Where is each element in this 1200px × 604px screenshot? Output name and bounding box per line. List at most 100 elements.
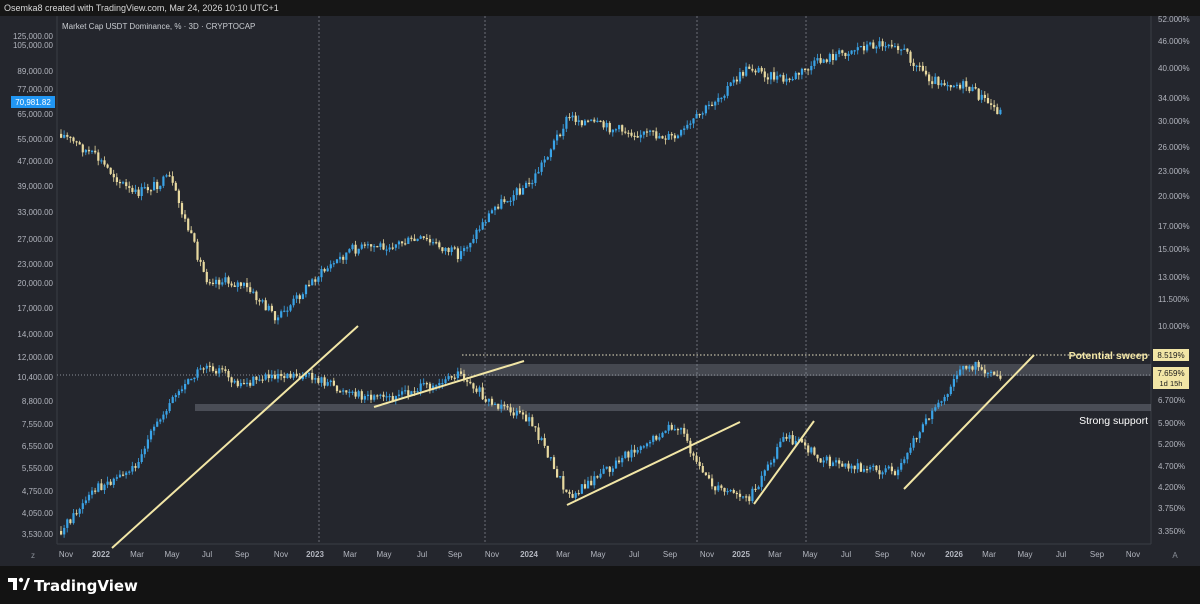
- candle-body: [580, 484, 583, 494]
- footer: TradingView: [0, 566, 1200, 604]
- candle-body: [850, 50, 853, 54]
- candle-body: [918, 432, 921, 439]
- candle-body: [608, 122, 611, 133]
- potential-sweep-label: Potential sweep: [1069, 350, 1148, 362]
- time-tick-label: May: [376, 550, 391, 559]
- right-tick-label: 34.000%: [1158, 94, 1190, 103]
- candle-body: [559, 476, 562, 478]
- candle-body: [543, 159, 546, 163]
- time-tick-label: Nov: [700, 550, 714, 559]
- candle-body: [376, 246, 379, 248]
- candle-body: [518, 410, 521, 413]
- candle-body: [819, 58, 822, 63]
- candle-body: [667, 424, 670, 431]
- candle-body: [633, 135, 636, 137]
- candle-body: [422, 236, 425, 238]
- candle-body: [128, 186, 131, 188]
- left-tick-label: 33,000.00: [17, 208, 53, 217]
- candle-body: [363, 244, 366, 246]
- candle-body: [996, 374, 999, 376]
- time-tick-label: May: [802, 550, 817, 559]
- candle-body: [661, 136, 664, 139]
- candle-body: [171, 176, 174, 183]
- tradingview-logo-icon: [8, 577, 30, 590]
- candle-body: [915, 438, 918, 440]
- candle-body: [205, 365, 208, 369]
- candle-body: [171, 397, 174, 404]
- candle-body: [587, 480, 590, 489]
- time-tick-label: Sep: [875, 550, 890, 559]
- candle-body: [308, 372, 311, 375]
- candle-body: [211, 366, 215, 371]
- candle-body: [503, 199, 506, 202]
- chart[interactable]: Potential sweep Strong support Market Ca…: [0, 16, 1200, 566]
- candle-body: [955, 375, 959, 380]
- candle-body: [897, 46, 900, 51]
- right-tick-label: 4.200%: [1158, 483, 1185, 492]
- candle-body: [332, 380, 335, 386]
- time-tick-label: 2023: [306, 550, 324, 559]
- candle-body: [745, 66, 748, 76]
- left-tick-label: 55,000.00: [17, 135, 53, 144]
- candle-body: [949, 85, 952, 88]
- candle-body: [887, 44, 890, 47]
- candle-body: [993, 104, 996, 108]
- right-tick-label: 30.000%: [1158, 117, 1190, 126]
- candle-body: [289, 373, 292, 378]
- left-current-label: 70,981.82: [15, 98, 51, 107]
- candle-body: [928, 74, 931, 82]
- candle-body: [751, 68, 754, 71]
- candle-body: [335, 259, 339, 264]
- candle-body: [87, 149, 91, 152]
- candle-body: [453, 247, 456, 249]
- candle-body: [497, 206, 500, 209]
- candle-body: [831, 462, 835, 466]
- candle-body: [645, 443, 649, 447]
- candle-body: [856, 463, 859, 470]
- candle-body: [779, 75, 782, 77]
- candle-body: [100, 160, 103, 162]
- time-tick-label: Nov: [59, 550, 73, 559]
- right-countdown-label: 1d 15h: [1160, 379, 1183, 388]
- candle-body: [131, 187, 134, 193]
- candle-body: [897, 469, 900, 476]
- candle-body: [484, 222, 487, 224]
- candle-body: [137, 462, 140, 468]
- candle-body: [326, 382, 329, 386]
- candle-body: [156, 181, 159, 190]
- time-tick-label: Mar: [556, 550, 570, 559]
- right-tick-label: 11.500%: [1158, 295, 1189, 304]
- candle-body: [934, 76, 937, 84]
- candle-body: [478, 229, 481, 231]
- time-tick-label: 2022: [92, 550, 110, 559]
- candle-body: [633, 449, 636, 453]
- candle-body: [568, 491, 571, 494]
- right-tick-label: 3.750%: [1158, 504, 1185, 513]
- time-tick-label: Nov: [1126, 550, 1140, 559]
- candle-body: [773, 72, 776, 80]
- candle-body: [983, 94, 986, 98]
- candle-body: [552, 140, 556, 150]
- candle-body: [109, 167, 112, 174]
- candle-body: [614, 460, 618, 469]
- zoom-corner-glyph[interactable]: z: [31, 551, 35, 560]
- candle-body: [115, 177, 118, 183]
- candle-body: [106, 481, 109, 485]
- candle-body: [261, 300, 264, 302]
- candle-body: [921, 65, 924, 71]
- candle-body: [835, 54, 838, 61]
- candle-body: [236, 380, 239, 387]
- right-tick-label: 26.000%: [1158, 143, 1190, 152]
- auto-scale-glyph[interactable]: A: [1172, 551, 1178, 560]
- candle-body: [639, 446, 642, 451]
- candle-body: [556, 469, 559, 478]
- candle-body: [199, 259, 202, 262]
- candle-body: [509, 200, 512, 202]
- candle-body: [754, 70, 757, 73]
- candle-body: [711, 478, 714, 487]
- candle-body: [224, 277, 227, 283]
- candle-body: [952, 85, 955, 88]
- series-legend: Market Cap USDT Dominance, % · 3D · CRYP…: [62, 22, 255, 31]
- candle-body: [921, 424, 924, 433]
- candle-body: [481, 222, 484, 230]
